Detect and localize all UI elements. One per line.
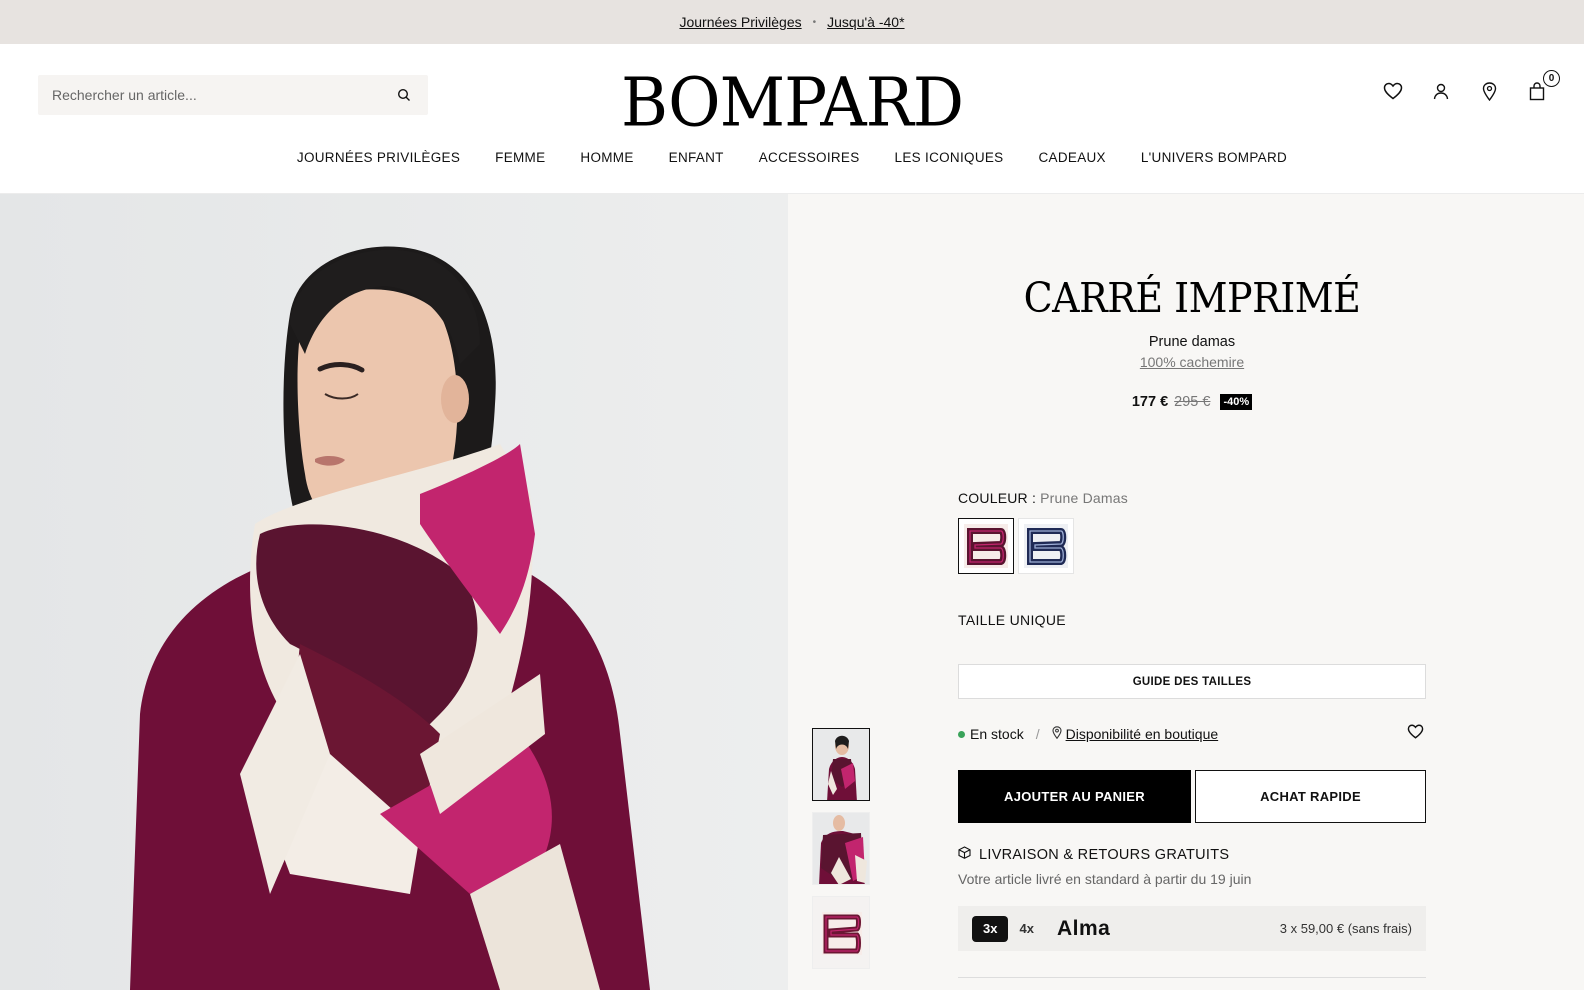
alma-installment-text: 3 x 59,00 € (sans frais): [1279, 921, 1412, 936]
nav-item-enfant[interactable]: ENFANT: [669, 150, 724, 165]
stock-status-dot: [958, 730, 965, 738]
section-divider: [958, 977, 1426, 978]
cart-count-badge: 0: [1543, 70, 1560, 87]
stock-separator: /: [1035, 726, 1040, 742]
product-material-link[interactable]: 100% cachemire: [958, 354, 1426, 370]
thumbnail-list: [812, 728, 870, 969]
nav-item-femme[interactable]: FEMME: [495, 150, 545, 165]
nav-item-journees-privileges[interactable]: JOURNÉES PRIVILÈGES: [297, 150, 460, 165]
add-to-cart-button[interactable]: AJOUTER AU PANIER: [958, 770, 1191, 823]
site-header: BOMPARD 0 JOURNÉES PRIVILÈGES FEMME HOMM…: [0, 44, 1584, 194]
swatch-prune-damas[interactable]: [958, 518, 1014, 574]
thumbnail-scarf-detail[interactable]: [812, 812, 870, 885]
product-color-name: Prune damas: [1148, 334, 1236, 350]
nav-item-accessoires[interactable]: ACCESSOIRES: [759, 150, 860, 165]
color-label-text: COULEUR :: [958, 490, 1037, 506]
location-pin-icon[interactable]: [1476, 78, 1502, 104]
product-main-image[interactable]: [0, 194, 788, 990]
wishlist-heart-icon[interactable]: [1407, 724, 1424, 742]
purchase-buttons: AJOUTER AU PANIER ACHAT RAPIDE: [958, 770, 1426, 823]
original-price: 295 €: [1174, 394, 1211, 410]
heart-icon[interactable]: [1380, 78, 1406, 104]
selected-color-value: Prune Damas: [1040, 490, 1128, 506]
brand-logo[interactable]: BOMPARD: [560, 66, 1024, 140]
size-guide-button[interactable]: GUIDE DES TAILLES: [958, 664, 1426, 699]
alma-payment-widget: 3x 4x Alma 3 x 59,00 € (sans frais): [958, 906, 1426, 951]
search-icon[interactable]: [394, 85, 414, 105]
promo-separator: •: [812, 16, 817, 28]
price-row: 177 € 295 € -40%: [958, 394, 1426, 410]
alma-option-4x[interactable]: 4x: [1008, 916, 1044, 942]
quick-buy-button[interactable]: ACHAT RAPIDE: [1195, 770, 1426, 823]
main-nav: JOURNÉES PRIVILÈGES FEMME HOMME ENFANT A…: [0, 150, 1584, 165]
model-wearing-scarf-illustration: [0, 194, 788, 990]
location-pin-icon: [1052, 726, 1062, 742]
promo-link-privileges[interactable]: Journées Privilèges: [679, 14, 801, 30]
swatch-navy[interactable]: [1018, 518, 1074, 574]
shipping-subtitle: Votre article livré en standard à partir…: [958, 871, 1252, 887]
stock-row: En stock / Disponibilité en boutique: [958, 724, 1426, 742]
nav-item-univers-bompard[interactable]: L'UNIVERS BOMPARD: [1141, 150, 1287, 165]
size-label: TAILLE UNIQUE: [958, 612, 1066, 628]
shipping-title: LIVRAISON & RETOURS GRATUITS: [958, 846, 1229, 863]
thumbnail-model-front[interactable]: [812, 728, 870, 801]
search-input[interactable]: [52, 87, 394, 103]
nav-item-homme[interactable]: HOMME: [580, 150, 633, 165]
package-icon: [958, 846, 971, 863]
alma-option-3x[interactable]: 3x: [972, 915, 1009, 942]
shipping-title-text: LIVRAISON & RETOURS GRATUITS: [979, 846, 1230, 863]
nav-item-les-iconiques[interactable]: LES ICONIQUES: [895, 150, 1004, 165]
stock-status: En stock: [970, 726, 1024, 742]
bag-icon[interactable]: 0: [1524, 70, 1560, 104]
search-bar[interactable]: [38, 75, 428, 115]
nav-item-cadeaux[interactable]: CADEAUX: [1038, 150, 1105, 165]
current-price: 177 €: [1131, 394, 1169, 410]
product-title: CARRÉ IMPRIMÉ: [1023, 274, 1361, 322]
promo-banner: Journées Privilèges • Jusqu'à -40*: [0, 0, 1584, 44]
alma-logo: Alma: [1056, 916, 1111, 940]
color-selector-label: COULEUR : Prune Damas: [958, 490, 1128, 506]
color-swatches: [958, 518, 1074, 574]
promo-link-discount[interactable]: Jusqu'à -40*: [827, 14, 904, 30]
header-actions: 0: [1380, 70, 1560, 104]
store-availability-link[interactable]: Disponibilité en boutique: [1066, 726, 1219, 742]
thumbnail-scarf-flat[interactable]: [812, 896, 870, 969]
user-icon[interactable]: [1428, 78, 1454, 104]
discount-badge: -40%: [1220, 394, 1253, 410]
